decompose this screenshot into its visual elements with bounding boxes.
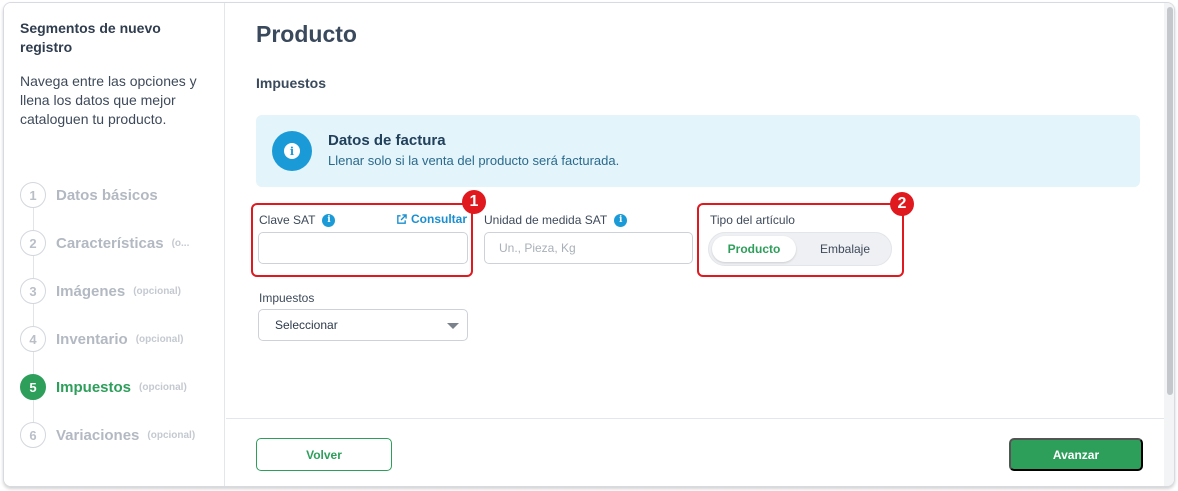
step-optional-tag: (opcional) bbox=[133, 285, 181, 297]
step-datos-basicos[interactable]: 1 Datos básicos bbox=[20, 181, 220, 209]
scrollbar-thumb[interactable] bbox=[1167, 7, 1173, 395]
caret-down-icon bbox=[447, 323, 459, 329]
step-number: 6 bbox=[20, 422, 46, 448]
step-impuestos[interactable]: 5 Impuestos (opcional) bbox=[20, 373, 220, 401]
app-window: Segmentos de nuevo registro Navega entre… bbox=[3, 2, 1175, 487]
impuestos-select[interactable]: Seleccionar bbox=[258, 309, 468, 341]
step-optional-tag: (o... bbox=[171, 237, 190, 249]
unidad-medida-label: Unidad de medida SAT i bbox=[484, 213, 628, 227]
step-optional-tag: (opcional) bbox=[147, 429, 196, 441]
steps-list: 1 Datos básicos 2 Características (o... … bbox=[20, 179, 220, 469]
step-inventario[interactable]: 4 Inventario (opcional) bbox=[20, 325, 220, 353]
step-label: Variaciones bbox=[56, 426, 140, 444]
unidad-medida-label-text: Unidad de medida SAT bbox=[484, 213, 608, 227]
step-caracteristicas[interactable]: 2 Características (o... bbox=[20, 229, 220, 257]
footer-bar: Volver Avanzar bbox=[226, 418, 1164, 486]
sidebar-title: Segmentos de nuevo registro bbox=[20, 20, 161, 55]
step-number: 1 bbox=[20, 182, 46, 208]
step-imagenes[interactable]: 3 Imágenes (opcional) bbox=[20, 277, 220, 305]
step-number: 4 bbox=[20, 326, 46, 352]
page-title: Producto bbox=[256, 21, 357, 47]
step-label: Impuestos bbox=[56, 378, 132, 396]
info-icon[interactable]: i bbox=[614, 213, 628, 227]
step-optional-tag: (opcional) bbox=[135, 333, 184, 345]
info-banner-subtitle: Llenar solo si la venta del producto ser… bbox=[328, 153, 620, 168]
step-label: Imágenes bbox=[56, 282, 126, 300]
info-icon: i bbox=[272, 131, 312, 171]
avanzar-button[interactable]: Avanzar bbox=[1009, 438, 1143, 471]
section-title: Impuestos bbox=[256, 75, 327, 91]
step-number: 3 bbox=[20, 278, 46, 304]
step-label: Características bbox=[56, 234, 164, 252]
step-number: 2 bbox=[20, 230, 46, 256]
annotation-badge-2: 2 bbox=[890, 192, 914, 216]
main-content: Producto Impuestos i Datos de factura Ll… bbox=[226, 3, 1164, 486]
sidebar-description: Navega entre las opciones y llena los da… bbox=[20, 73, 197, 127]
info-banner-title: Datos de factura bbox=[328, 132, 446, 149]
annotation-badge-1: 1 bbox=[462, 190, 486, 214]
step-optional-tag: (opcional) bbox=[139, 381, 187, 393]
step-variaciones[interactable]: 6 Variaciones (opcional) bbox=[20, 421, 220, 449]
annotation-box-2 bbox=[697, 203, 904, 277]
volver-button[interactable]: Volver bbox=[256, 438, 392, 471]
step-label: Inventario bbox=[56, 330, 128, 348]
step-number: 5 bbox=[20, 374, 46, 400]
annotation-box-1 bbox=[251, 203, 473, 277]
impuestos-label: Impuestos bbox=[259, 291, 315, 305]
info-banner: i Datos de factura Llenar solo si la ven… bbox=[256, 115, 1140, 187]
step-label: Datos básicos bbox=[56, 186, 158, 204]
vertical-scrollbar[interactable] bbox=[1164, 3, 1174, 486]
impuestos-selected-value: Seleccionar bbox=[275, 318, 338, 332]
sidebar: Segmentos de nuevo registro Navega entre… bbox=[4, 3, 225, 486]
unidad-medida-input[interactable] bbox=[484, 232, 693, 264]
